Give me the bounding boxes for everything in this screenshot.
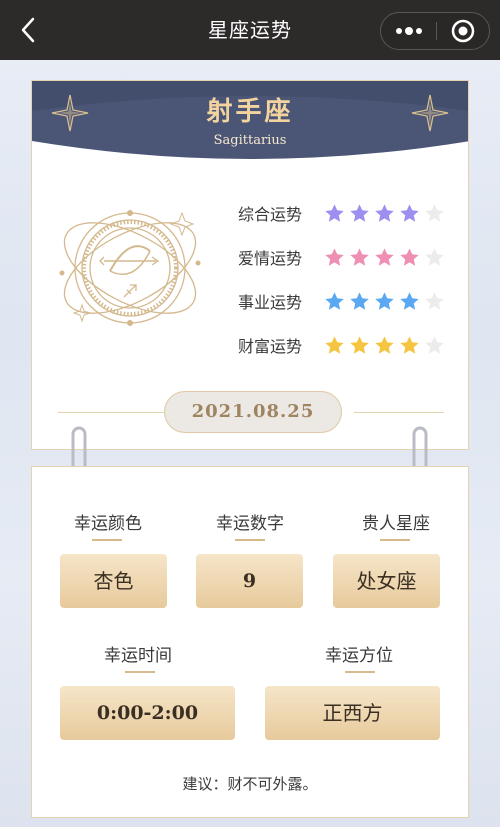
divider xyxy=(58,412,168,413)
lucky-color-value[interactable]: 杏色 xyxy=(60,554,167,608)
star-filled-icon xyxy=(400,247,419,266)
rating-label: 综合运势 xyxy=(238,205,303,224)
star-filled-icon xyxy=(375,203,394,222)
star-rating xyxy=(324,247,445,268)
star-filled-icon xyxy=(375,335,394,354)
lucky-direction-value[interactable]: 正西方 xyxy=(265,686,440,740)
star-filled-icon xyxy=(350,335,369,354)
rating-row-career: 事业运势 xyxy=(238,279,458,323)
lucky-time-label: 幸运时间 xyxy=(104,646,172,666)
advice-text: 建议：财不可外露。 xyxy=(182,775,318,793)
star-filled-icon xyxy=(325,247,344,266)
star-filled-icon xyxy=(350,291,369,310)
star-empty-icon xyxy=(425,203,444,222)
label-underline xyxy=(235,539,265,541)
lucky-info-card: 幸运颜色 杏色 幸运数字 9 贵人星座 处女座 幸运时间 0:00-2:00 幸… xyxy=(31,466,469,818)
star-filled-icon xyxy=(325,203,344,222)
noble-sign-value[interactable]: 处女座 xyxy=(333,554,440,608)
star-empty-icon xyxy=(425,335,444,354)
star-filled-icon xyxy=(350,203,369,222)
sign-name-en: Sagittarius xyxy=(213,133,287,148)
noble-sign-label: 贵人星座 xyxy=(362,514,430,534)
star-rating xyxy=(324,335,445,356)
sagittarius-archer-icon xyxy=(59,210,201,326)
star-filled-icon xyxy=(325,335,344,354)
nav-bar: 星座运势 xyxy=(0,0,500,60)
lucky-number-value[interactable]: 9 xyxy=(196,554,303,608)
rating-row-wealth: 财富运势 xyxy=(238,323,458,367)
rating-list: 综合运势 爱情运势 事业运势 财富运势 xyxy=(238,191,458,367)
rating-row-love: 爱情运势 xyxy=(238,235,458,279)
star-filled-icon xyxy=(400,335,419,354)
lucky-time-value[interactable]: 0:00-2:00 xyxy=(60,686,235,740)
star-empty-icon xyxy=(425,291,444,310)
label-underline xyxy=(125,671,155,673)
divider xyxy=(354,412,444,413)
star-empty-icon xyxy=(425,247,444,266)
more-dots-icon[interactable] xyxy=(381,13,436,49)
star-filled-icon xyxy=(375,291,394,310)
label-underline xyxy=(345,671,375,673)
rating-label: 财富运势 xyxy=(238,337,303,356)
star-filled-icon xyxy=(400,291,419,310)
rating-label: 事业运势 xyxy=(238,293,303,312)
horoscope-card: 射手座 Sagittarius 综合运势 爱情运势 事业运势 财富运势 2021… xyxy=(31,80,469,450)
star-filled-icon xyxy=(325,291,344,310)
star-filled-icon xyxy=(375,247,394,266)
lucky-color-label: 幸运颜色 xyxy=(74,514,142,534)
rating-label: 爱情运势 xyxy=(238,249,303,268)
target-circle-icon[interactable] xyxy=(437,13,490,49)
star-rating xyxy=(324,203,445,224)
date-badge[interactable]: 2021.08.25 xyxy=(164,391,342,433)
label-underline xyxy=(380,539,410,541)
star-rating xyxy=(324,291,445,312)
label-underline xyxy=(92,539,122,541)
star-filled-icon xyxy=(400,203,419,222)
mini-program-capsule xyxy=(380,12,490,50)
lucky-number-label: 幸运数字 xyxy=(216,514,284,534)
lucky-direction-label: 幸运方位 xyxy=(325,646,393,666)
sign-name-cn: 射手座 xyxy=(206,97,294,127)
star-filled-icon xyxy=(350,247,369,266)
rating-row-overall: 综合运势 xyxy=(238,191,458,235)
